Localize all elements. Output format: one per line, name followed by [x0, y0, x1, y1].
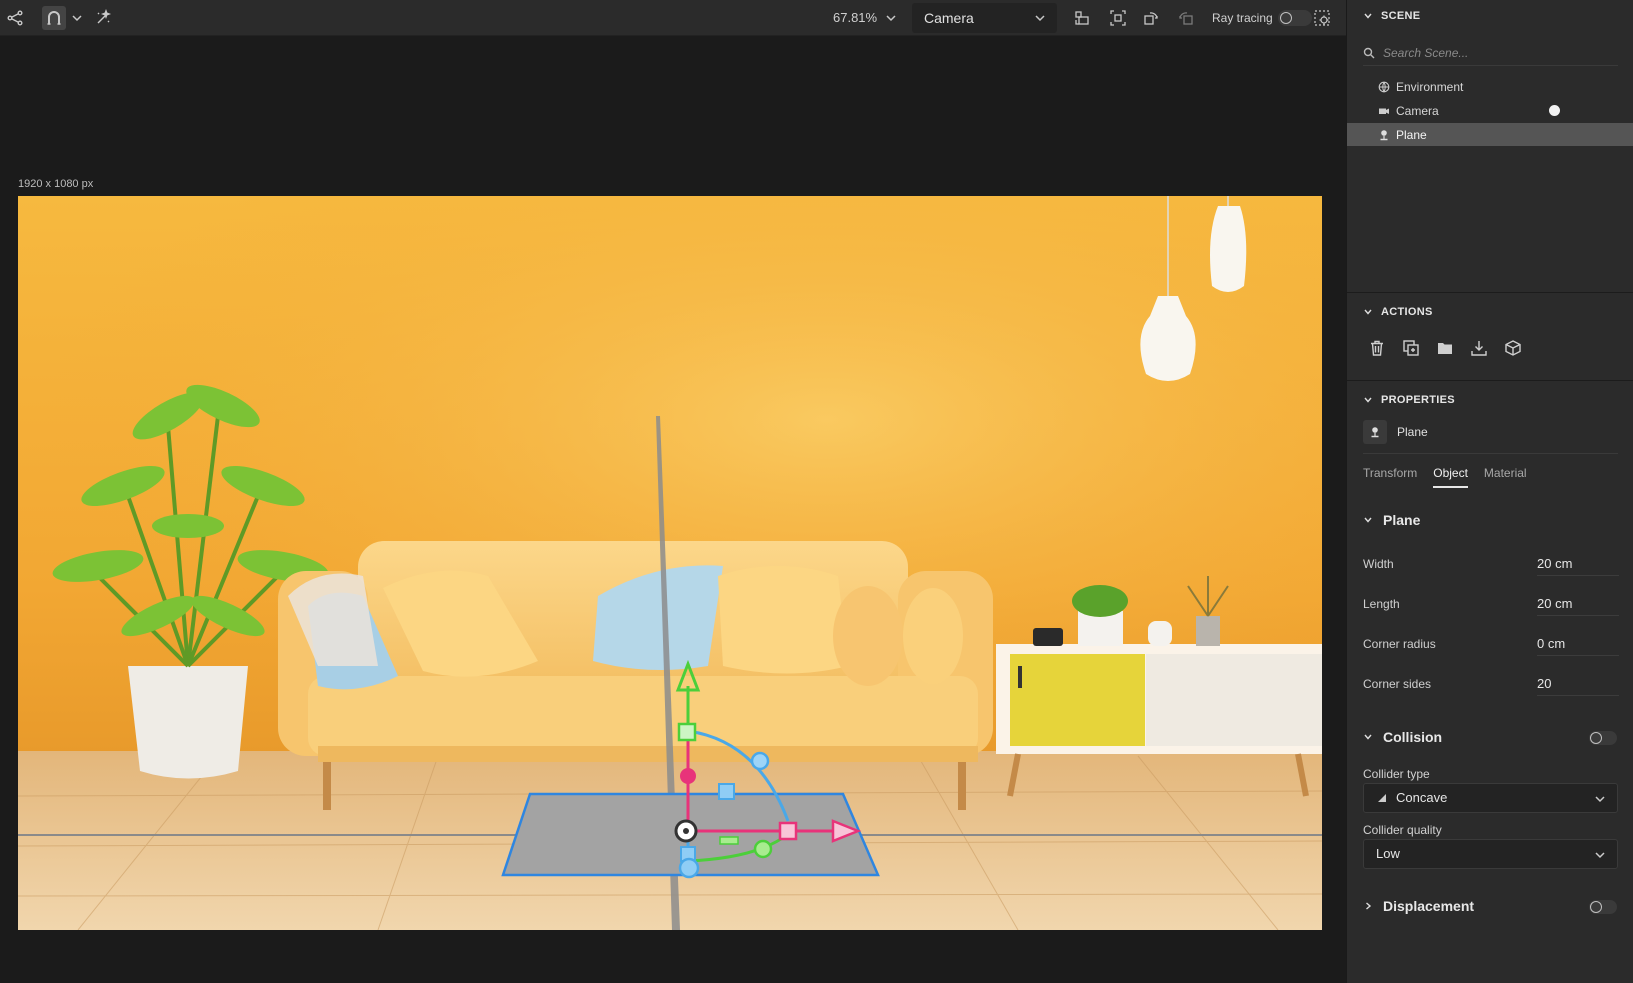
- corner-sides-label: Corner sides: [1363, 677, 1432, 691]
- chevron-down-icon: [1364, 309, 1372, 315]
- package-icon[interactable]: [1501, 336, 1525, 360]
- collider-quality-label: Collider quality: [1363, 823, 1442, 837]
- download-icon[interactable]: [1467, 336, 1491, 360]
- chevron-right-icon: [1366, 902, 1372, 910]
- tab-object[interactable]: Object: [1433, 466, 1468, 488]
- selected-object-name: Plane: [1397, 425, 1428, 439]
- length-label: Length: [1363, 597, 1400, 611]
- actions-section-header[interactable]: ACTIONS: [1363, 306, 1433, 318]
- concave-icon: [1378, 794, 1386, 802]
- properties-section-header[interactable]: PROPERTIES: [1363, 394, 1455, 406]
- collision-toggle[interactable]: [1589, 731, 1617, 745]
- viewport[interactable]: 1920 x 1080 px: [0, 37, 1346, 983]
- plane-section-title: Plane: [1383, 512, 1421, 528]
- chevron-down-icon: [1364, 397, 1372, 403]
- chevron-down-icon: [1595, 852, 1605, 859]
- divider: [1347, 380, 1633, 381]
- magnet-snap-icon[interactable]: [42, 6, 66, 30]
- displacement-title: Displacement: [1383, 898, 1475, 914]
- collider-type-label: Collider type: [1363, 767, 1430, 781]
- trash-icon[interactable]: [1365, 336, 1389, 360]
- collision-title: Collision: [1383, 729, 1443, 745]
- collider-quality-value: Low: [1376, 846, 1400, 861]
- camera-select-value: Camera: [924, 10, 974, 26]
- chevron-down-icon: [1364, 734, 1372, 740]
- plane-section-header[interactable]: Plane: [1363, 512, 1420, 528]
- chevron-down-icon: [1035, 15, 1045, 22]
- render-canvas[interactable]: [18, 196, 1322, 930]
- search-icon: [1363, 47, 1375, 58]
- chevron-down-icon: [1364, 517, 1372, 523]
- magic-wand-icon[interactable]: [91, 6, 115, 30]
- frame-selection-icon[interactable]: [1106, 6, 1130, 30]
- viewport-toolbar: 67.81% Camera Ray tracing: [0, 0, 1346, 36]
- divider: [1347, 292, 1633, 293]
- displacement-section-header[interactable]: Displacement: [1363, 898, 1474, 914]
- actions-title: ACTIONS: [1381, 306, 1433, 318]
- scene-search[interactable]: [1363, 40, 1618, 66]
- scene-item-label: Plane: [1396, 127, 1427, 142]
- scene-section-header[interactable]: SCENE: [1363, 10, 1420, 22]
- corner-radius-label: Corner radius: [1363, 637, 1436, 651]
- scene-item-environment[interactable]: Environment: [1347, 75, 1633, 98]
- selected-object: Plane: [1363, 420, 1428, 444]
- app-window: 67.81% Camera Ray tracing 1920 x 1080 px: [0, 0, 1633, 983]
- camera-icon: [1379, 108, 1389, 114]
- scene-item-plane[interactable]: Plane: [1347, 123, 1633, 146]
- properties-tabs: Transform Object Material: [1363, 466, 1527, 488]
- scene-item-label: Environment: [1396, 79, 1464, 94]
- width-label: Width: [1363, 557, 1394, 571]
- redo-view-icon[interactable]: [1174, 6, 1198, 30]
- plane-object-icon: [1380, 129, 1388, 140]
- ray-tracing-label: Ray tracing: [1212, 11, 1273, 25]
- collider-type-value: Concave: [1396, 790, 1448, 805]
- scene-title: SCENE: [1381, 10, 1421, 22]
- duplicate-icon[interactable]: [1399, 336, 1423, 360]
- globe-icon: [1378, 81, 1390, 92]
- collider-quality-select[interactable]: Low: [1363, 839, 1618, 869]
- zoom-chevron-icon[interactable]: [884, 11, 898, 25]
- resolution-label: 1920 x 1080 px: [18, 178, 94, 190]
- width-field[interactable]: 20 cm: [1537, 556, 1619, 576]
- rotate-view-icon[interactable]: [1139, 6, 1163, 30]
- zoom-level[interactable]: 67.81%: [833, 0, 877, 36]
- divider: [1363, 453, 1618, 454]
- scene-search-input[interactable]: [1383, 45, 1583, 60]
- scene-item-camera[interactable]: Camera: [1347, 99, 1633, 122]
- share-icon[interactable]: [3, 6, 27, 30]
- folder-icon[interactable]: [1433, 336, 1457, 360]
- right-panel: SCENE Environment Camera Plane ACTIONS: [1346, 0, 1633, 983]
- camera-select[interactable]: Camera: [912, 3, 1057, 33]
- active-camera-indicator[interactable]: [1549, 105, 1560, 116]
- chevron-down-icon: [1364, 13, 1372, 19]
- chevron-down-icon: [1595, 796, 1605, 803]
- corner-radius-field[interactable]: 0 cm: [1537, 636, 1619, 656]
- scene-item-label: Camera: [1396, 103, 1439, 118]
- tab-transform[interactable]: Transform: [1363, 466, 1417, 488]
- ray-tracing-toggle[interactable]: [1278, 10, 1312, 26]
- collision-section-header[interactable]: Collision: [1363, 729, 1442, 745]
- camera-view-icon[interactable]: [1070, 6, 1094, 30]
- corner-sides-field[interactable]: 20: [1537, 676, 1619, 696]
- chevron-down-icon[interactable]: [70, 11, 84, 25]
- properties-title: PROPERTIES: [1381, 394, 1455, 406]
- collider-type-select[interactable]: Concave: [1363, 783, 1618, 813]
- tab-material[interactable]: Material: [1484, 466, 1527, 488]
- displacement-toggle[interactable]: [1589, 900, 1617, 914]
- render-settings-icon[interactable]: [1310, 6, 1334, 30]
- plane-object-icon: [1363, 420, 1387, 444]
- length-field[interactable]: 20 cm: [1537, 596, 1619, 616]
